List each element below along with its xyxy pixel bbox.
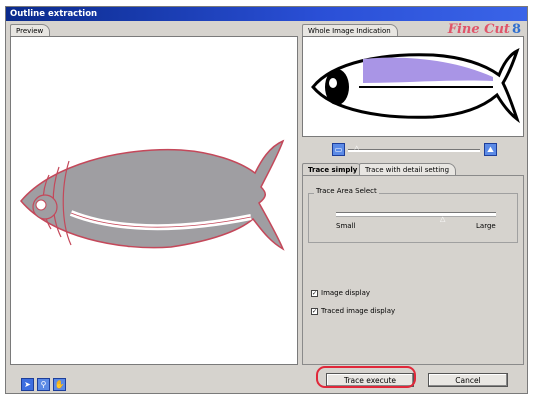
trace-area-label: Trace Area Select xyxy=(314,187,379,195)
trace-area-slider-track[interactable] xyxy=(336,212,496,217)
window-title: Outline extraction xyxy=(6,7,527,21)
zoom-slider-track[interactable] xyxy=(348,149,480,152)
execute-highlight-ring xyxy=(316,366,416,388)
tab-trace-simply[interactable]: Trace simply xyxy=(302,163,365,175)
zoom-slider-thumb[interactable]: △ xyxy=(354,144,359,152)
image-display-checkbox[interactable]: ✓ xyxy=(311,290,318,297)
zoom-out-icon[interactable]: ▭ xyxy=(332,143,345,156)
trace-area-large-label: Large xyxy=(476,222,496,230)
whole-image-thumbnail[interactable] xyxy=(302,36,524,137)
fish-preview-image xyxy=(20,139,285,251)
tab-whole-image[interactable]: Whole Image Indication xyxy=(302,24,398,36)
trace-area-small-label: Small xyxy=(336,222,356,230)
fish-thumbnail-image xyxy=(311,48,520,124)
image-display-label: Image display xyxy=(321,289,371,297)
tab-preview[interactable]: Preview xyxy=(10,24,51,36)
traced-display-label: Traced image display xyxy=(321,307,396,315)
cancel-button[interactable]: Cancel xyxy=(428,373,508,387)
zoom-in-icon[interactable]: ⛰ xyxy=(484,143,497,156)
arrow-icon[interactable]: ➤ xyxy=(21,378,34,391)
trace-area-slider-thumb[interactable]: △ xyxy=(440,215,445,223)
outline-extraction-window: Outline extraction Preview Whole Image I… xyxy=(5,6,528,394)
trace-area-group xyxy=(308,193,518,243)
hand-icon[interactable]: ✋ xyxy=(53,378,66,391)
tab-trace-detail[interactable]: Trace with detail setting xyxy=(359,163,457,175)
preview-canvas[interactable] xyxy=(10,36,298,365)
magnifier-icon[interactable]: ⚲ xyxy=(37,378,50,391)
fine-cut-logo: Fine Cut 8 xyxy=(447,22,521,37)
traced-display-checkbox[interactable]: ✓ xyxy=(311,308,318,315)
